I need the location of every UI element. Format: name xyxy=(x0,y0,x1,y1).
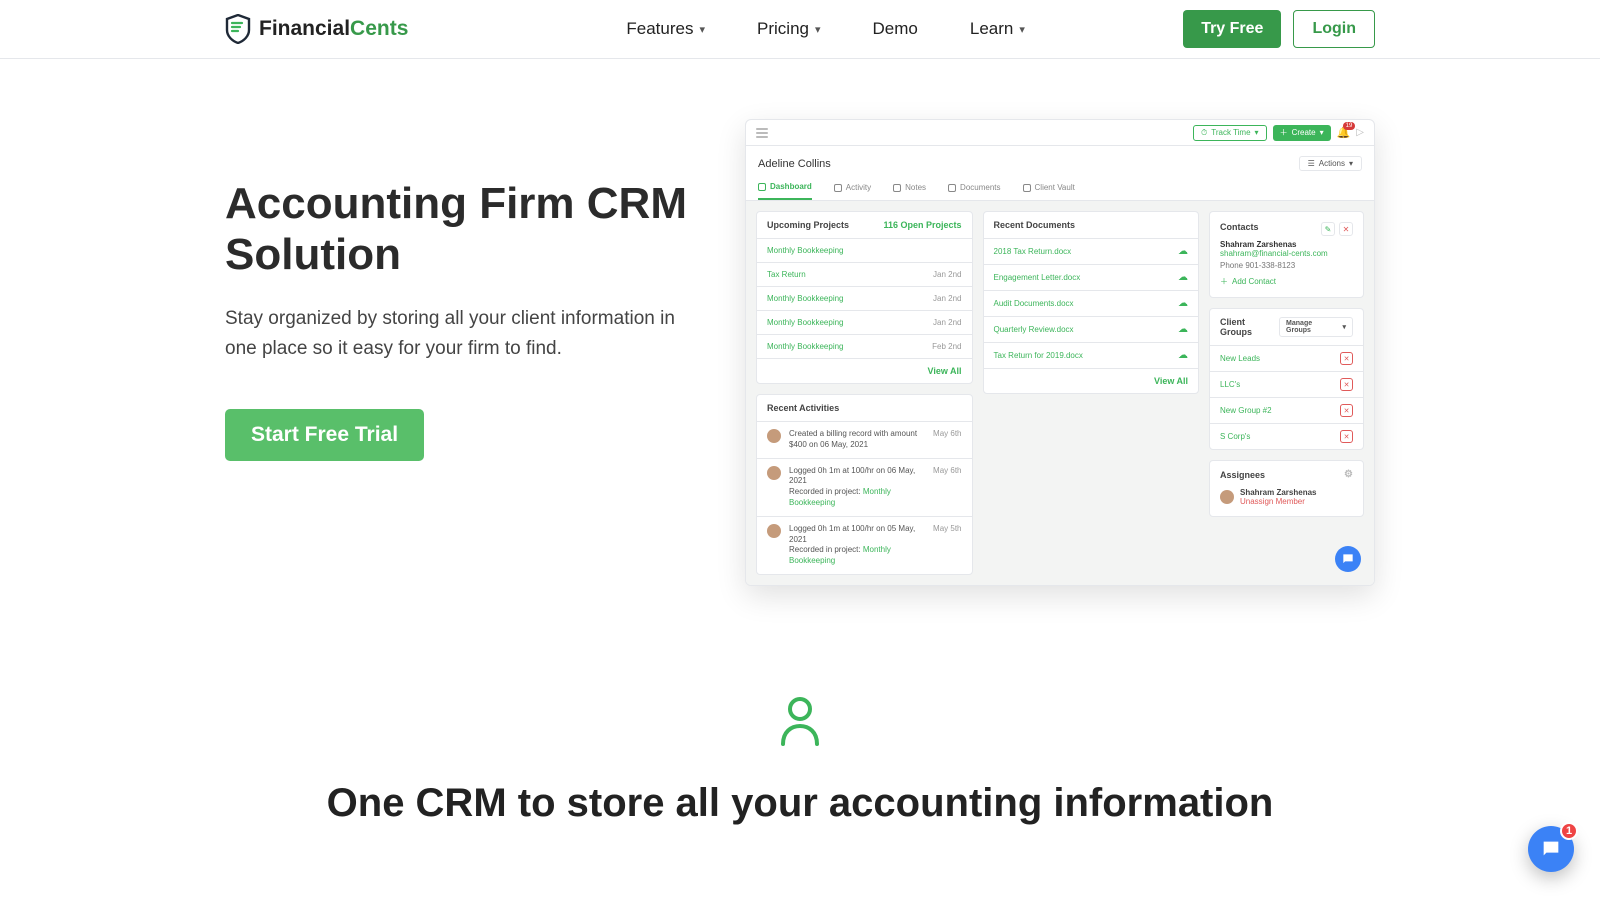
documents-icon xyxy=(948,184,956,192)
notification-badge: 19 xyxy=(1343,122,1356,130)
lock-icon xyxy=(1023,184,1031,192)
section-heading: One CRM to store all your accounting inf… xyxy=(225,781,1375,826)
chevron-down-icon: ▾ xyxy=(699,23,705,36)
play-icon[interactable]: ▷ xyxy=(1356,127,1364,138)
tab-notes[interactable]: Notes xyxy=(893,177,926,200)
activity-item: Logged 0h 1m at 100/hr on 06 May, 2021Re… xyxy=(757,458,972,516)
remove-group-button[interactable]: ✕ xyxy=(1340,352,1353,365)
gear-icon[interactable]: ⚙ xyxy=(1344,469,1353,480)
group-item[interactable]: New Leads✕ xyxy=(1210,345,1363,371)
site-header: FinancialCents Features▾ Pricing▾ Demo L… xyxy=(0,0,1600,59)
nav-features[interactable]: Features▾ xyxy=(626,19,705,39)
brand-logo[interactable]: FinancialCents xyxy=(225,14,408,44)
cloud-icon[interactable]: ☁ xyxy=(1178,298,1188,309)
manage-groups-button[interactable]: Manage Groups▾ xyxy=(1279,317,1353,337)
person-icon xyxy=(225,696,1375,751)
app-screenshot: ⏱Track Time▾ ＋Create▾ 🔔19 ▷ Adeline Coll… xyxy=(745,119,1375,586)
activity-icon xyxy=(834,184,842,192)
hamburger-icon[interactable] xyxy=(756,128,768,138)
avatar xyxy=(1220,490,1234,504)
cloud-icon[interactable]: ☁ xyxy=(1178,246,1188,257)
intercom-chat-button[interactable]: 1 xyxy=(1528,826,1574,872)
cloud-icon[interactable]: ☁ xyxy=(1178,324,1188,335)
activity-item: Logged 0h 1m at 100/hr on 05 May, 2021Re… xyxy=(757,516,972,574)
recent-documents-card: Recent Documents 2018 Tax Return.docx☁ E… xyxy=(983,211,1200,394)
contact-email[interactable]: shahram@financial-cents.com xyxy=(1220,249,1353,259)
delete-contact-button[interactable]: ✕ xyxy=(1339,222,1353,236)
view-all-link[interactable]: View All xyxy=(1154,376,1188,386)
track-time-button[interactable]: ⏱Track Time▾ xyxy=(1193,125,1267,141)
login-button[interactable]: Login xyxy=(1293,10,1375,48)
activity-item: Created a billing record with amount $40… xyxy=(757,421,972,458)
group-item[interactable]: LLC's✕ xyxy=(1210,371,1363,397)
assignees-card: Assignees⚙ Shahram Zarshenas Unassign Me… xyxy=(1209,460,1364,517)
unassign-link[interactable]: Unassign Member xyxy=(1240,497,1316,506)
page-subtitle: Stay organized by storing all your clien… xyxy=(225,304,705,363)
upcoming-projects-card: Upcoming Projects116 Open Projects Month… xyxy=(756,211,973,384)
chat-badge: 1 xyxy=(1560,822,1578,840)
page-title: Accounting Firm CRM Solution xyxy=(225,179,705,280)
avatar xyxy=(767,524,781,538)
list-item[interactable]: Monthly BookkeepingJan 2nd xyxy=(757,286,972,310)
contact-phone: Phone 901-338-8123 xyxy=(1220,261,1353,270)
actions-dropdown[interactable]: ☰Actions▾ xyxy=(1299,156,1362,171)
remove-group-button[interactable]: ✕ xyxy=(1340,404,1353,417)
cloud-icon[interactable]: ☁ xyxy=(1178,350,1188,361)
nav-pricing[interactable]: Pricing▾ xyxy=(757,19,821,39)
tab-dashboard[interactable]: Dashboard xyxy=(758,177,812,200)
contact-name: Shahram Zarshenas xyxy=(1220,240,1353,249)
edit-contact-button[interactable]: ✎ xyxy=(1321,222,1335,236)
tab-documents[interactable]: Documents xyxy=(948,177,1000,200)
tab-activity[interactable]: Activity xyxy=(834,177,871,200)
create-button[interactable]: ＋Create▾ xyxy=(1273,125,1331,141)
remove-group-button[interactable]: ✕ xyxy=(1340,378,1353,391)
remove-group-button[interactable]: ✕ xyxy=(1340,430,1353,443)
assignee-name: Shahram Zarshenas xyxy=(1240,488,1316,497)
list-item[interactable]: Audit Documents.docx☁ xyxy=(984,290,1199,316)
open-projects-link[interactable]: 116 Open Projects xyxy=(883,220,961,230)
dashboard-icon xyxy=(758,183,766,191)
chevron-down-icon: ▾ xyxy=(1019,23,1025,36)
client-name: Adeline Collins xyxy=(758,158,831,170)
client-groups-card: Client GroupsManage Groups▾ New Leads✕ L… xyxy=(1209,308,1364,450)
list-item[interactable]: Monthly Bookkeeping xyxy=(757,238,972,262)
start-free-trial-button[interactable]: Start Free Trial xyxy=(225,409,424,461)
nav-demo[interactable]: Demo xyxy=(873,19,918,39)
chevron-down-icon: ▾ xyxy=(815,23,821,36)
shield-chat-icon xyxy=(225,14,251,44)
recent-activities-card: Recent Activities Created a billing reco… xyxy=(756,394,973,575)
list-item[interactable]: Tax Return for 2019.docx☁ xyxy=(984,342,1199,368)
view-all-link[interactable]: View All xyxy=(927,366,961,376)
brand-text-2: Cents xyxy=(350,17,408,40)
bell-icon[interactable]: 🔔19 xyxy=(1337,126,1351,139)
list-item[interactable]: Engagement Letter.docx☁ xyxy=(984,264,1199,290)
group-item[interactable]: S Corp's✕ xyxy=(1210,423,1363,449)
nav-learn[interactable]: Learn▾ xyxy=(970,19,1025,39)
section-one-crm: One CRM to store all your accounting inf… xyxy=(225,656,1375,876)
list-item[interactable]: Monthly BookkeepingFeb 2nd xyxy=(757,334,972,358)
list-item[interactable]: Tax ReturnJan 2nd xyxy=(757,262,972,286)
brand-text-1: Financial xyxy=(259,17,350,40)
group-item[interactable]: New Group #2✕ xyxy=(1210,397,1363,423)
list-item[interactable]: Quarterly Review.docx☁ xyxy=(984,316,1199,342)
list-item[interactable]: 2018 Tax Return.docx☁ xyxy=(984,238,1199,264)
hero-section: Accounting Firm CRM Solution Stay organi… xyxy=(225,59,1375,656)
primary-nav: Features▾ Pricing▾ Demo Learn▾ xyxy=(626,19,1025,39)
try-free-button[interactable]: Try Free xyxy=(1183,10,1281,48)
tab-client-vault[interactable]: Client Vault xyxy=(1023,177,1075,200)
chat-bubble-icon[interactable] xyxy=(1335,546,1361,572)
app-tabs: Dashboard Activity Notes Documents Clien… xyxy=(746,177,1374,201)
avatar xyxy=(767,429,781,443)
avatar xyxy=(767,466,781,480)
notes-icon xyxy=(893,184,901,192)
cloud-icon[interactable]: ☁ xyxy=(1178,272,1188,283)
list-item[interactable]: Monthly BookkeepingJan 2nd xyxy=(757,310,972,334)
app-topbar: ⏱Track Time▾ ＋Create▾ 🔔19 ▷ xyxy=(746,120,1374,146)
add-contact-button[interactable]: ＋Add Contact xyxy=(1220,276,1353,287)
contacts-card: Contacts ✎ ✕ Shahram Zarshenas shahram@f… xyxy=(1209,211,1364,298)
